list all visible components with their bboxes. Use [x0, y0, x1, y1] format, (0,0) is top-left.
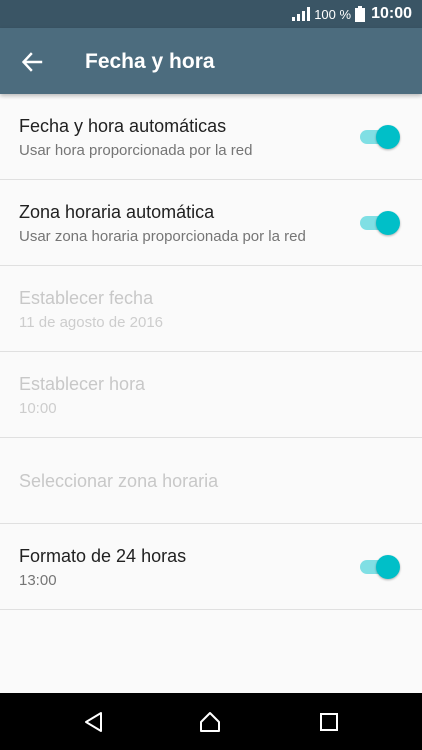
signal-icon [292, 7, 311, 21]
setting-title: Zona horaria automática [19, 202, 215, 222]
setting-title: Formato de 24 horas [19, 546, 187, 566]
setting-24-hour-format[interactable]: Formato de 24 horas 13:00 [0, 524, 422, 610]
status-time: 10:00 [371, 5, 412, 22]
setting-automatic-date-time[interactable]: Fecha y hora automáticas Usar hora propo… [0, 94, 422, 180]
24-hour-format-toggle[interactable] [360, 554, 400, 580]
automatic-time-zone-toggle[interactable] [360, 210, 400, 236]
toggle-thumb [376, 125, 400, 149]
setting-subtitle: 13:00 [19, 572, 57, 589]
setting-set-time[interactable]: Establecer hora 10:00 [0, 352, 422, 438]
battery-percent: 100 % [314, 6, 352, 22]
navigation-bar [0, 693, 422, 750]
toggle-thumb [376, 211, 400, 235]
settings-list: Fecha y hora automáticas Usar hora propo… [0, 94, 422, 610]
recents-icon[interactable] [318, 711, 340, 733]
arrow-left-icon [21, 52, 43, 72]
setting-subtitle: 10:00 [19, 400, 57, 417]
page-title: Fecha y hora [85, 50, 215, 73]
setting-select-time-zone[interactable]: Seleccionar zona horaria [0, 438, 422, 524]
setting-title: Establecer fecha [19, 288, 154, 308]
setting-subtitle: Usar zona horaria proporcionada por la r… [19, 228, 306, 245]
setting-subtitle: 11 de agosto de 2016 [19, 314, 164, 331]
back-triangle-icon[interactable] [83, 711, 105, 733]
automatic-date-time-toggle[interactable] [360, 124, 400, 150]
toggle-thumb [376, 555, 400, 579]
setting-title: Seleccionar zona horaria [19, 471, 219, 491]
setting-automatic-time-zone[interactable]: Zona horaria automática Usar zona horari… [0, 180, 422, 266]
setting-subtitle: Usar hora proporcionada por la red [19, 142, 253, 159]
setting-title: Fecha y hora automáticas [19, 116, 227, 136]
back-button[interactable] [18, 48, 46, 76]
app-bar: Fecha y hora [0, 28, 422, 94]
battery-icon [355, 6, 366, 22]
setting-set-date[interactable]: Establecer fecha 11 de agosto de 2016 [0, 266, 422, 352]
setting-title: Establecer hora [19, 374, 146, 394]
status-bar: 100 % 10:00 [0, 0, 422, 28]
home-icon[interactable] [199, 711, 221, 733]
